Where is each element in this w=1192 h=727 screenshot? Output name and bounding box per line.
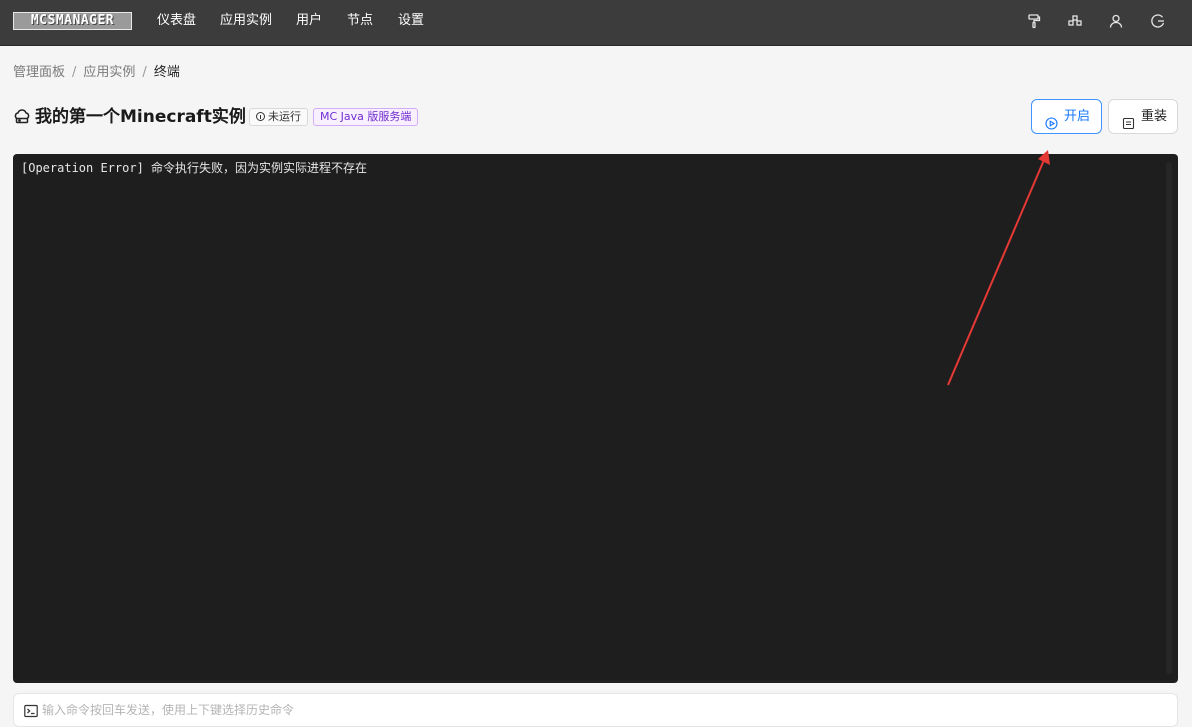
nav-nodes[interactable]: 节点 bbox=[347, 12, 373, 30]
terminal-line: [Operation Error] 命令执行失败，因为实例实际进程不存在 bbox=[21, 161, 368, 175]
breadcrumb-separator: / bbox=[72, 65, 77, 80]
reinstall-icon bbox=[1122, 110, 1135, 130]
type-badge: MC Java 版服务端 bbox=[313, 108, 419, 126]
breadcrumb: 管理面板 / 应用实例 / 终端 bbox=[13, 64, 180, 82]
play-circle-icon bbox=[1045, 110, 1058, 130]
top-navbar: MCSMANAGER 仪表盘 应用实例 用户 节点 设置 bbox=[0, 0, 1192, 46]
breadcrumb-instances[interactable]: 应用实例 bbox=[83, 65, 135, 80]
nav-instances[interactable]: 应用实例 bbox=[220, 12, 272, 30]
terminal-output[interactable]: [Operation Error] 命令执行失败，因为实例实际进程不存在 bbox=[13, 154, 1178, 683]
start-button[interactable]: 开启 bbox=[1031, 99, 1102, 134]
app-logo[interactable]: MCSMANAGER bbox=[13, 12, 132, 30]
nav-users[interactable]: 用户 bbox=[296, 12, 322, 30]
status-badge: 未运行 bbox=[249, 108, 308, 126]
breadcrumb-current: 终端 bbox=[153, 65, 180, 80]
nav-dashboard[interactable]: 仪表盘 bbox=[157, 12, 196, 30]
cluster-icon[interactable] bbox=[1067, 13, 1083, 29]
user-icon[interactable] bbox=[1108, 13, 1124, 29]
breadcrumb-separator: / bbox=[142, 65, 147, 80]
command-input-box bbox=[13, 693, 1178, 727]
start-button-label: 开启 bbox=[1064, 109, 1091, 124]
nav-settings[interactable]: 设置 bbox=[398, 12, 424, 30]
reinstall-button[interactable]: 重装 bbox=[1108, 99, 1178, 134]
page-title: 我的第一个Minecraft实例 bbox=[35, 107, 246, 127]
terminal-scrollbar[interactable] bbox=[1166, 162, 1172, 674]
breadcrumb-panel[interactable]: 管理面板 bbox=[13, 65, 65, 80]
logout-icon[interactable] bbox=[1150, 13, 1166, 29]
terminal-prompt-icon bbox=[24, 703, 38, 718]
paint-roller-icon[interactable] bbox=[1026, 13, 1042, 29]
info-circle-icon bbox=[256, 112, 265, 121]
reinstall-button-label: 重装 bbox=[1141, 109, 1168, 124]
command-input[interactable] bbox=[42, 700, 1162, 720]
status-badge-label: 未运行 bbox=[268, 110, 301, 123]
cloud-server-icon bbox=[13, 108, 31, 126]
